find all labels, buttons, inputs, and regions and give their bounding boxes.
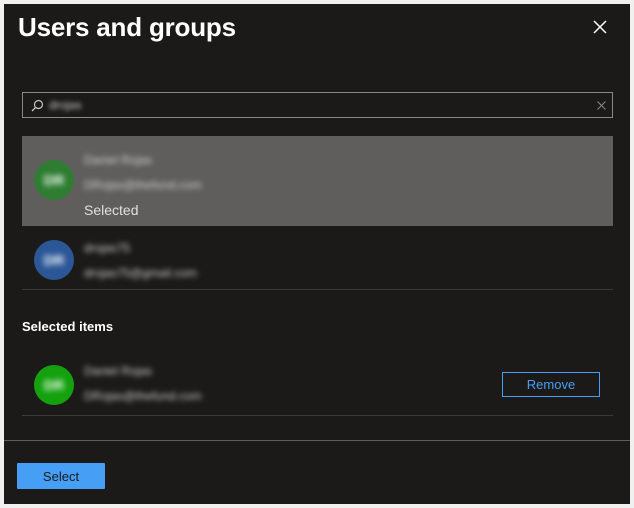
clear-icon xyxy=(596,100,606,110)
search-icon xyxy=(27,93,47,117)
result-email: DRojas@thefund.com xyxy=(84,178,202,192)
result-name: drojas75 xyxy=(84,241,131,255)
avatar: DR xyxy=(34,365,74,405)
close-icon xyxy=(593,20,607,34)
select-button[interactable]: Select xyxy=(17,463,105,489)
footer-divider xyxy=(4,440,630,441)
avatar-initials: DR xyxy=(43,252,65,268)
remove-button[interactable]: Remove xyxy=(502,372,600,397)
selected-item-name: Daniel Rojas xyxy=(84,364,153,378)
selected-item-email: DRojas@thefund.com xyxy=(84,389,202,403)
close-button[interactable] xyxy=(589,16,611,38)
avatar: DR xyxy=(34,160,74,200)
avatar-initials: DR xyxy=(43,172,65,188)
selected-items-heading: Selected items xyxy=(22,319,114,334)
search-result-item[interactable]: DR Daniel Rojas DRojas@thefund.com Selec… xyxy=(22,136,613,226)
avatar-initials: DR xyxy=(43,377,65,393)
avatar: DR xyxy=(34,240,74,280)
selected-item: DR Daniel Rojas DRojas@thefund.com Remov… xyxy=(22,354,613,416)
result-name: Daniel Rojas xyxy=(84,153,153,167)
search-box[interactable] xyxy=(22,92,613,118)
result-email: drojas75@gmail.com xyxy=(84,266,197,280)
dialog-title: Users and groups xyxy=(18,12,236,42)
clear-search-button[interactable] xyxy=(590,93,612,117)
search-input[interactable] xyxy=(47,94,590,116)
result-status: Selected xyxy=(84,202,139,218)
users-and-groups-dialog: Users and groups DR Daniel Rojas DRojas@… xyxy=(4,4,630,504)
result-info: Daniel Rojas DRojas@thefund.com Selected xyxy=(84,148,202,222)
search-result-item[interactable]: DR drojas75 drojas75@gmail.com xyxy=(22,230,613,290)
result-info: drojas75 drojas75@gmail.com xyxy=(84,236,197,286)
selected-item-info: Daniel Rojas DRojas@thefund.com xyxy=(84,359,202,409)
